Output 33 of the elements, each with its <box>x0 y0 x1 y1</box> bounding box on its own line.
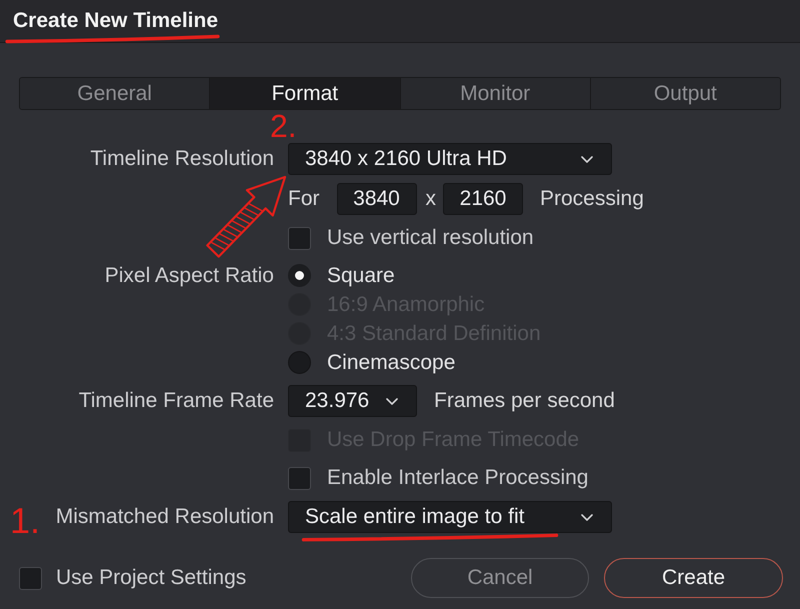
checkbox-label: Enable Interlace Processing <box>327 466 588 490</box>
radio-button[interactable] <box>288 351 311 374</box>
chevron-down-icon <box>581 514 593 520</box>
tab[interactable]: Output <box>590 78 780 109</box>
number-field[interactable]: 3840 <box>336 183 416 215</box>
dropdown[interactable]: 3840 x 2160 Ultra HD <box>288 143 612 175</box>
setting-label: Timeline Resolution <box>90 147 274 171</box>
unit-label: Frames per second <box>434 389 615 413</box>
annotation-number: 2. <box>270 110 297 142</box>
cancel-button[interactable]: Cancel <box>411 558 589 598</box>
unit-label: Processing <box>540 187 644 211</box>
radio-label: Square <box>327 264 395 288</box>
field-label: For <box>288 187 320 211</box>
create-button[interactable]: Create <box>604 558 783 598</box>
window-title: Create New Timeline <box>13 9 218 32</box>
chevron-down-icon <box>581 156 593 162</box>
checkbox[interactable] <box>288 226 311 250</box>
checkbox-label: Use Project Settings <box>56 566 246 590</box>
chevron-down-icon <box>386 398 398 404</box>
radio-button[interactable] <box>288 264 311 287</box>
dropdown[interactable]: Scale entire image to fit <box>288 501 612 533</box>
checkbox[interactable] <box>288 466 311 490</box>
number-field[interactable]: 2160 <box>443 183 523 215</box>
setting-label: Timeline Frame Rate <box>78 389 274 413</box>
times-label: x <box>426 187 436 211</box>
annotation-number: 1. <box>10 503 40 539</box>
setting-label: Pixel Aspect Ratio <box>104 264 274 288</box>
setting-label: Mismatched Resolution <box>56 505 274 529</box>
radio-label: Cinemascope <box>327 350 456 374</box>
checkbox[interactable] <box>19 566 42 590</box>
dropdown[interactable]: 23.976 <box>288 385 417 417</box>
tab[interactable]: Format <box>209 78 400 109</box>
checkbox-label: Use vertical resolution <box>327 226 534 250</box>
